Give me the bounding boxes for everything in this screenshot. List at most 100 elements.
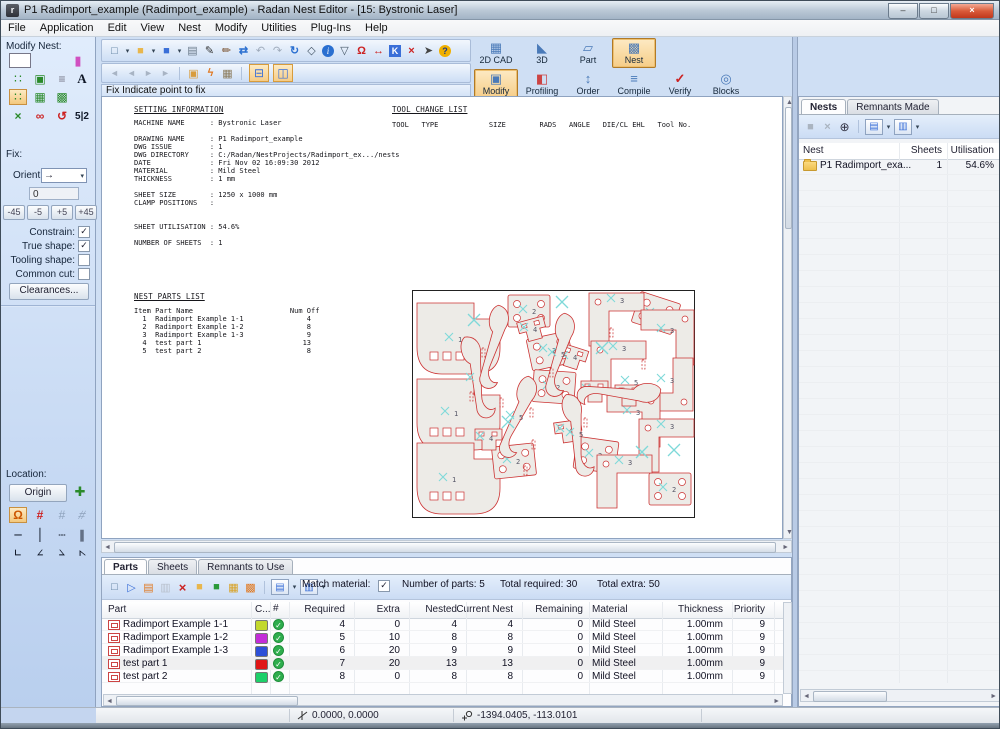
flash-icon[interactable]: ϟ <box>203 65 218 81</box>
pick-help-icon[interactable]: ➤ <box>421 43 436 59</box>
menu-utilities[interactable]: Utilities <box>254 21 303 35</box>
help-icon[interactable]: ? <box>439 45 451 57</box>
parts-table-row[interactable]: Radimport Example 1-3✓620990Mild Steel1.… <box>102 644 791 657</box>
close-button[interactable]: × <box>950 3 994 19</box>
horizontal-line-icon[interactable]: ─ <box>9 527 27 543</box>
parts-vertical-scrollbar[interactable] <box>783 602 792 694</box>
split-h-icon[interactable]: ⊟ <box>249 64 269 82</box>
angle-button-minus5[interactable]: -5 <box>27 205 49 220</box>
nest-open-icon[interactable]: ■ <box>803 119 818 135</box>
checkbox-constrain[interactable]: ✓ <box>78 226 90 238</box>
sheet-icon[interactable] <box>9 53 31 68</box>
nest-row[interactable]: P1 Radimport_exa...154.6% <box>799 159 1000 175</box>
title-bar[interactable]: r P1 Radimport_example (Radimport_exampl… <box>1 1 999 20</box>
ratio-icon[interactable]: 5|2 <box>73 108 91 124</box>
angle-button-minus45[interactable]: -45 <box>3 205 25 220</box>
nav-prev-icon[interactable]: ◄ <box>124 65 139 81</box>
tab-remnants-made[interactable]: Remnants Made <box>847 99 938 114</box>
filter-icon[interactable]: ▽ <box>337 43 352 59</box>
mode-button-blocks[interactable]: ◎Blocks <box>704 69 748 99</box>
dropdown-icon[interactable]: ▾ <box>176 43 183 59</box>
dropdown-icon[interactable]: ▾ <box>124 43 131 59</box>
print-icon[interactable]: ▤ <box>185 43 200 59</box>
menu-help[interactable]: Help <box>358 21 395 35</box>
origin-button[interactable]: Origin <box>9 484 67 502</box>
magnet-icon[interactable]: Ω <box>354 43 369 59</box>
parts-table-row[interactable]: test part 2✓80880Mild Steel1.00mm9 <box>102 670 791 683</box>
tab-sheets[interactable]: Sheets <box>148 559 197 574</box>
maximize-button[interactable]: □ <box>919 3 949 19</box>
sheet-grid-icon[interactable]: ▦ <box>220 65 235 81</box>
view-2-icon[interactable]: ▥ <box>894 119 912 135</box>
part-grid-icon[interactable]: ▦ <box>226 579 241 595</box>
multi-nest-icon[interactable]: ▦ <box>31 89 49 105</box>
angle-snap-icon[interactable]: ∠ <box>31 545 49 561</box>
info-icon[interactable]: i <box>322 45 334 57</box>
grid-dots-icon[interactable]: # <box>53 507 71 523</box>
minimize-button[interactable]: – <box>888 3 918 19</box>
constant-icon[interactable]: K <box>389 45 401 57</box>
scroll-left-icon[interactable]: ◄ <box>106 696 113 707</box>
view-1-icon[interactable]: ▤ <box>271 579 289 595</box>
part-import-icon[interactable]: ▷ <box>124 579 139 595</box>
nodes-icon[interactable]: ◇ <box>304 43 319 59</box>
scrollbar-thumb[interactable] <box>116 696 298 706</box>
menu-file[interactable]: File <box>1 21 33 35</box>
new-document-icon[interactable]: □ <box>107 43 122 59</box>
scroll-right-icon[interactable]: ► <box>990 691 997 702</box>
grid-diagonal-icon[interactable]: # <box>70 507 93 523</box>
nav-next-icon[interactable]: ► <box>141 65 156 81</box>
save-icon[interactable]: ■ <box>159 43 174 59</box>
rotate-icon[interactable]: ↻ <box>287 43 302 59</box>
mode-button-order[interactable]: ↕Order <box>566 69 610 99</box>
dimension-icon[interactable]: ↔ <box>371 43 386 59</box>
scrollbar-thumb[interactable] <box>785 107 792 229</box>
part-new-icon[interactable]: □ <box>107 579 122 595</box>
detach-part-icon[interactable]: ∞ <box>31 108 49 124</box>
part-block-icon[interactable]: ■ <box>209 579 224 595</box>
drawing-horizontal-scrollbar[interactable]: ◄ ► <box>101 540 792 553</box>
dashed-line-icon[interactable]: ┄ <box>53 527 71 543</box>
checkbox-true-shape[interactable]: ✓ <box>78 240 90 252</box>
angle-button-plus45[interactable]: +45 <box>75 205 97 220</box>
part-open-icon[interactable]: ■ <box>192 579 207 595</box>
delete-part-icon[interactable]: × <box>9 108 27 124</box>
view-1-icon[interactable]: ▤ <box>865 119 883 135</box>
part-edit-icon[interactable]: ▤ <box>141 579 156 595</box>
add-text-icon[interactable]: A <box>73 71 91 87</box>
part-delete-icon[interactable]: × <box>175 579 190 595</box>
angle-input[interactable]: 0 <box>29 187 79 200</box>
nest-delete-icon[interactable]: × <box>820 119 835 135</box>
match-material-checkbox[interactable]: ✓ <box>378 580 390 592</box>
angle-button-plus5[interactable]: +5 <box>51 205 73 220</box>
nest-pair-icon[interactable]: ∷ <box>9 71 27 87</box>
scroll-left-icon[interactable]: ◄ <box>104 542 111 553</box>
pencil-icon[interactable]: ✎ <box>202 43 217 59</box>
pen-icon[interactable]: ✏ <box>219 43 234 59</box>
mode-button-part[interactable]: ▱Part <box>566 38 610 68</box>
parallel-line-icon[interactable]: ∥ <box>73 527 91 543</box>
menu-nest[interactable]: Nest <box>171 21 208 35</box>
jump-origin-icon[interactable]: ✚ <box>71 484 89 500</box>
mode-button-nest[interactable]: ▩Nest <box>612 38 656 68</box>
dropdown-icon[interactable]: ▾ <box>291 579 298 595</box>
menu-edit[interactable]: Edit <box>101 21 134 35</box>
tab-parts[interactable]: Parts <box>104 559 147 575</box>
move-part-icon[interactable]: ∷ <box>9 89 27 105</box>
swap-icon[interactable]: ⇄ <box>236 43 251 59</box>
mode-button-profiling[interactable]: ◧Profiling <box>520 69 564 99</box>
corner-snap-icon[interactable]: ∟ <box>9 545 27 561</box>
part-copy-icon[interactable]: ▥ <box>158 579 173 595</box>
auto-nest-icon[interactable]: ▩ <box>53 89 71 105</box>
menu-application[interactable]: Application <box>33 21 101 35</box>
parts-table-row[interactable]: Radimport Example 1-2✓510880Mild Steel1.… <box>102 631 791 644</box>
mode-button-compile[interactable]: ≡Compile <box>612 69 656 99</box>
parts-table-row[interactable]: Radimport Example 1-1✓40440Mild Steel1.0… <box>102 618 791 631</box>
mode-button-verify[interactable]: ✓Verify <box>658 69 702 99</box>
drawing-vertical-scrollbar[interactable]: ▲ ▼ <box>783 96 792 539</box>
checkbox-tooling-shape[interactable] <box>78 254 90 266</box>
part-grid-edit-icon[interactable]: ▩ <box>243 579 258 595</box>
clearances-button[interactable]: Clearances... <box>9 283 89 300</box>
scroll-right-icon[interactable]: ► <box>782 542 789 553</box>
nests-horizontal-scrollbar[interactable]: ◄ ► <box>800 689 1000 702</box>
